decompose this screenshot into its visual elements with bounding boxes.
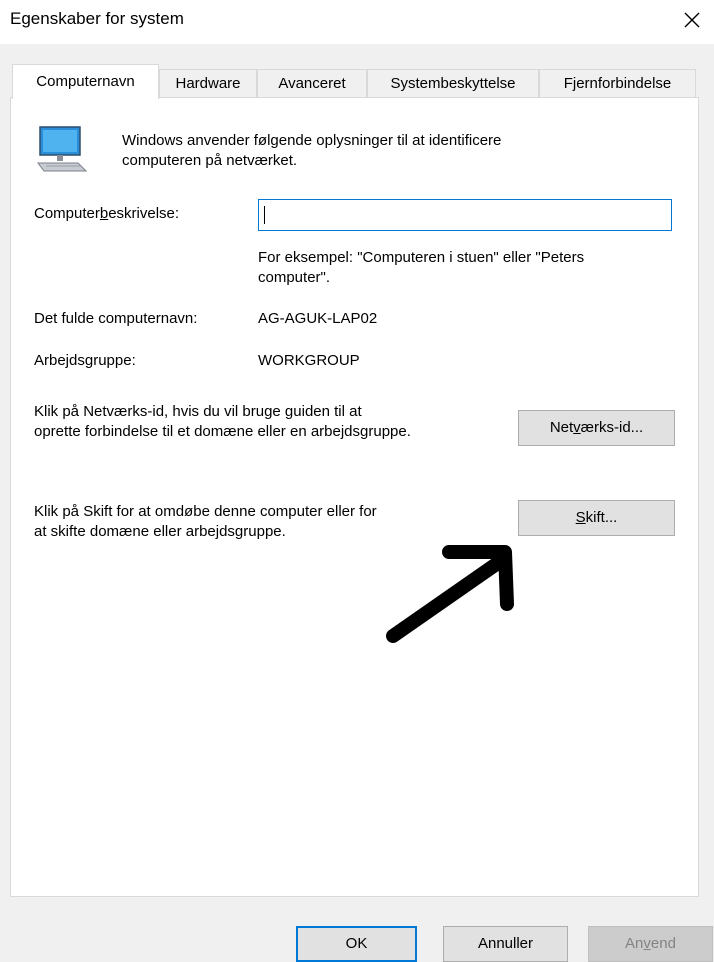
tab-computernavn[interactable]: Computernavn	[12, 64, 159, 99]
network-id-text: Klik på Netværks-id, hvis du vil bruge g…	[34, 402, 411, 442]
text-caret	[264, 206, 265, 224]
tab-label: Avanceret	[278, 75, 346, 92]
network-id-line-1: Klik på Netværks-id, hvis du vil bruge g…	[34, 403, 362, 420]
workgroup-label: Arbejdsgruppe:	[34, 352, 136, 369]
cancel-label: Annuller	[477, 935, 534, 952]
button-label-accel: S	[575, 509, 586, 526]
example-line-2: computer".	[258, 269, 331, 286]
example-line-1: For eksempel: "Computeren i stuen" eller…	[258, 249, 585, 266]
fullname-value: AG-AGUK-LAP02	[258, 310, 378, 327]
title-bar: Egenskaber for system	[0, 0, 714, 44]
button-label-part: ærks-id...	[580, 419, 644, 436]
change-line-2: at skifte domæne eller arbejdsgruppe.	[34, 523, 286, 540]
tab-label: Hardware	[175, 75, 241, 92]
button-label-part: kift...	[585, 509, 618, 526]
tab-avanceret[interactable]: Avanceret	[257, 69, 367, 97]
computer-description-input[interactable]	[258, 199, 672, 231]
change-line-1: Klik på Skift for at omdøbe denne comput…	[34, 503, 377, 520]
change-text: Klik på Skift for at omdøbe denne comput…	[34, 502, 377, 542]
description-label-part: eskrivelse:	[108, 205, 180, 222]
network-id-line-2: oprette forbindelse til et domæne eller …	[34, 423, 411, 440]
close-icon[interactable]	[680, 8, 704, 32]
tab-label: Systembeskyttelse	[390, 75, 516, 92]
fullname-label: Det fulde computernavn:	[34, 310, 198, 327]
computer-monitor-icon	[37, 126, 88, 172]
window-title: Egenskaber for system	[10, 9, 184, 28]
change-button[interactable]: Skift...	[518, 500, 675, 536]
apply-label-accel: v	[643, 935, 651, 952]
tab-systembeskyttelse[interactable]: Systembeskyttelse	[367, 69, 539, 97]
tab-strip: Computernavn Hardware Avanceret Systembe…	[0, 64, 714, 99]
cancel-button[interactable]: Annuller	[443, 926, 568, 962]
intro-line-2: computeren på netværket.	[122, 152, 298, 169]
tab-label: Fjernforbindelse	[563, 75, 672, 92]
tab-label: Computernavn	[36, 73, 135, 90]
apply-label-part: An	[625, 935, 644, 952]
apply-label-part: end	[650, 935, 676, 952]
description-label-accel: b	[99, 205, 109, 222]
description-label: Computerbeskrivelse:	[34, 205, 179, 222]
computer-name-panel: Windows anvender følgende oplysninger ti…	[10, 97, 699, 897]
intro-line-1: Windows anvender følgende oplysninger ti…	[122, 132, 502, 149]
ok-label: OK	[345, 935, 368, 952]
example-text: For eksempel: "Computeren i stuen" eller…	[258, 248, 584, 288]
arrow-icon	[386, 545, 514, 643]
apply-button[interactable]: Anvend	[588, 926, 713, 962]
intro-text: Windows anvender følgende oplysninger ti…	[122, 131, 501, 171]
button-label-part: Net	[549, 419, 574, 436]
ok-button[interactable]: OK	[296, 926, 417, 962]
description-label-part: Computer	[34, 205, 100, 222]
button-label-accel: v	[573, 419, 581, 436]
workgroup-value: WORKGROUP	[258, 352, 360, 369]
tab-hardware[interactable]: Hardware	[159, 69, 257, 97]
tab-fjernforbindelse[interactable]: Fjernforbindelse	[539, 69, 696, 97]
network-id-button[interactable]: Netværks-id...	[518, 410, 675, 446]
